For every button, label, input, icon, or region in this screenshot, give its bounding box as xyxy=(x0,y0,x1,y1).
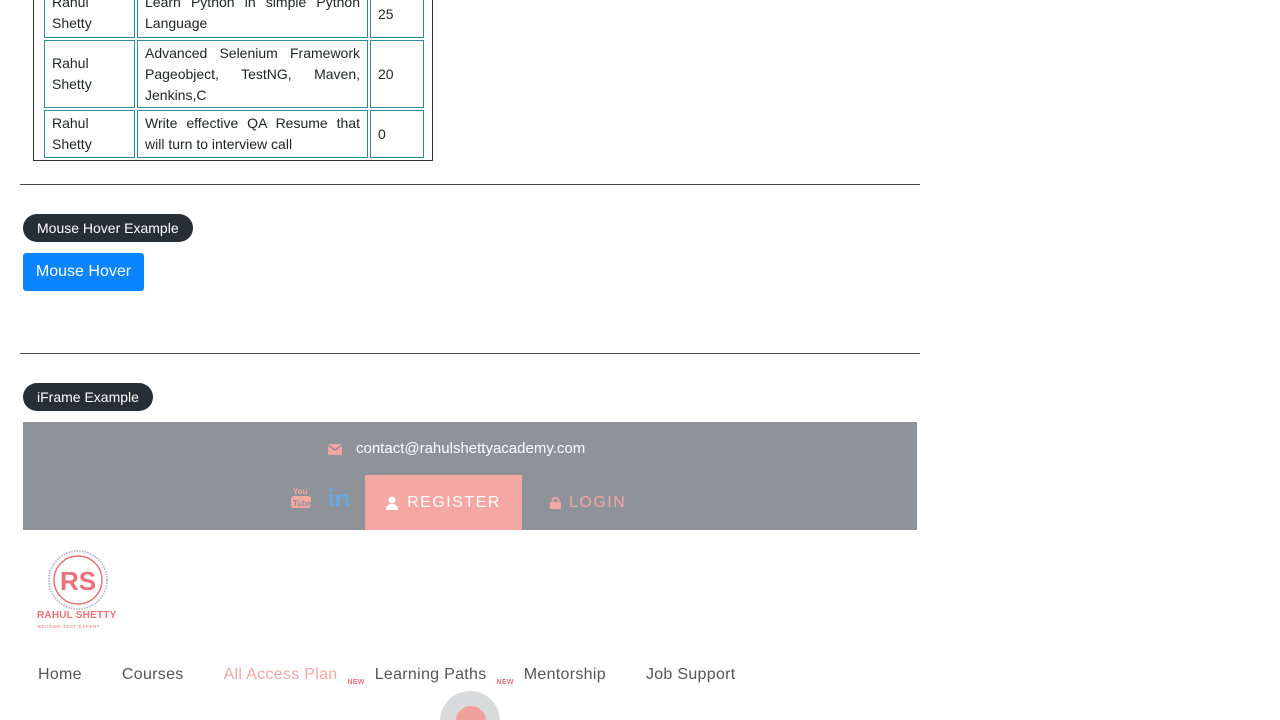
login-label: LOGIN xyxy=(569,493,627,511)
price-cell: 20 xyxy=(370,40,424,108)
user-icon xyxy=(386,496,399,510)
instructor-cell: Rahul Shetty xyxy=(44,0,135,38)
social-links: You Tube xyxy=(291,485,349,509)
course-cell: Write effective QA Resume that will turn… xyxy=(137,110,368,158)
section-divider xyxy=(20,184,920,185)
nav-mentorship[interactable]: Mentorship xyxy=(524,666,606,684)
site-logo[interactable]: RS RAHUL SHETTY BECOME TEST EXPERT xyxy=(36,548,122,632)
logo-emblem: RS xyxy=(48,550,108,610)
contact-email-link[interactable]: contact@rahulshettyacademy.com xyxy=(328,440,585,457)
nav-courses[interactable]: Courses xyxy=(122,666,184,684)
nav-all-access-plan[interactable]: All Access Plan xyxy=(224,666,338,684)
new-badge: NEW xyxy=(496,678,514,686)
contact-email-text: contact@rahulshettyacademy.com xyxy=(356,440,586,457)
table-row: Rahul Shetty Write effective QA Resume t… xyxy=(44,110,424,158)
section-divider xyxy=(20,353,920,354)
instructor-cell: Rahul Shetty xyxy=(44,110,135,158)
table-row: Rahul Shetty Advanced Selenium Framework… xyxy=(44,40,424,108)
login-button[interactable]: LOGIN xyxy=(550,475,626,530)
nav-learning-paths[interactable]: Learning Paths xyxy=(375,666,487,684)
table-row: Rahul Shetty Learn Python in simple Pyth… xyxy=(44,0,424,38)
nav-home[interactable]: Home xyxy=(38,666,82,684)
iframe-legend: iFrame Example xyxy=(23,383,153,411)
price-cell: 25 xyxy=(370,0,424,38)
mouse-hover-button[interactable]: Mouse Hover xyxy=(23,253,144,291)
logo-monogram: RS xyxy=(60,566,96,596)
course-cell: Learn Python in simple Python Language xyxy=(137,0,368,38)
lock-icon xyxy=(550,496,561,509)
iframe-header-bar: contact@rahulshettyacademy.com You Tube … xyxy=(23,422,917,530)
instructor-cell: Rahul Shetty xyxy=(44,40,135,108)
courses-table-container: Rahul Shetty Learn Python in simple Pyth… xyxy=(33,0,433,161)
courses-table: Rahul Shetty Learn Python in simple Pyth… xyxy=(42,0,426,160)
logo-name: RAHUL SHETTY xyxy=(37,610,117,621)
envelope-icon xyxy=(328,443,342,455)
register-label: REGISTER xyxy=(407,493,501,511)
linkedin-icon[interactable] xyxy=(329,488,349,506)
mouse-hover-legend: Mouse Hover Example xyxy=(23,214,193,242)
price-cell: 0 xyxy=(370,110,424,158)
nav-job-support[interactable]: Job Support xyxy=(646,666,736,684)
svg-text:You: You xyxy=(293,487,308,496)
svg-text:Tube: Tube xyxy=(293,499,311,508)
main-nav: Home Courses All Access Plan NEW Learnin… xyxy=(38,664,736,686)
youtube-icon[interactable]: You Tube xyxy=(291,485,311,509)
logo-tagline: BECOME TEST EXPERT xyxy=(38,624,101,629)
register-button[interactable]: REGISTER xyxy=(365,475,522,530)
new-badge: NEW xyxy=(347,678,365,686)
course-cell: Advanced Selenium Framework Pageobject, … xyxy=(137,40,368,108)
